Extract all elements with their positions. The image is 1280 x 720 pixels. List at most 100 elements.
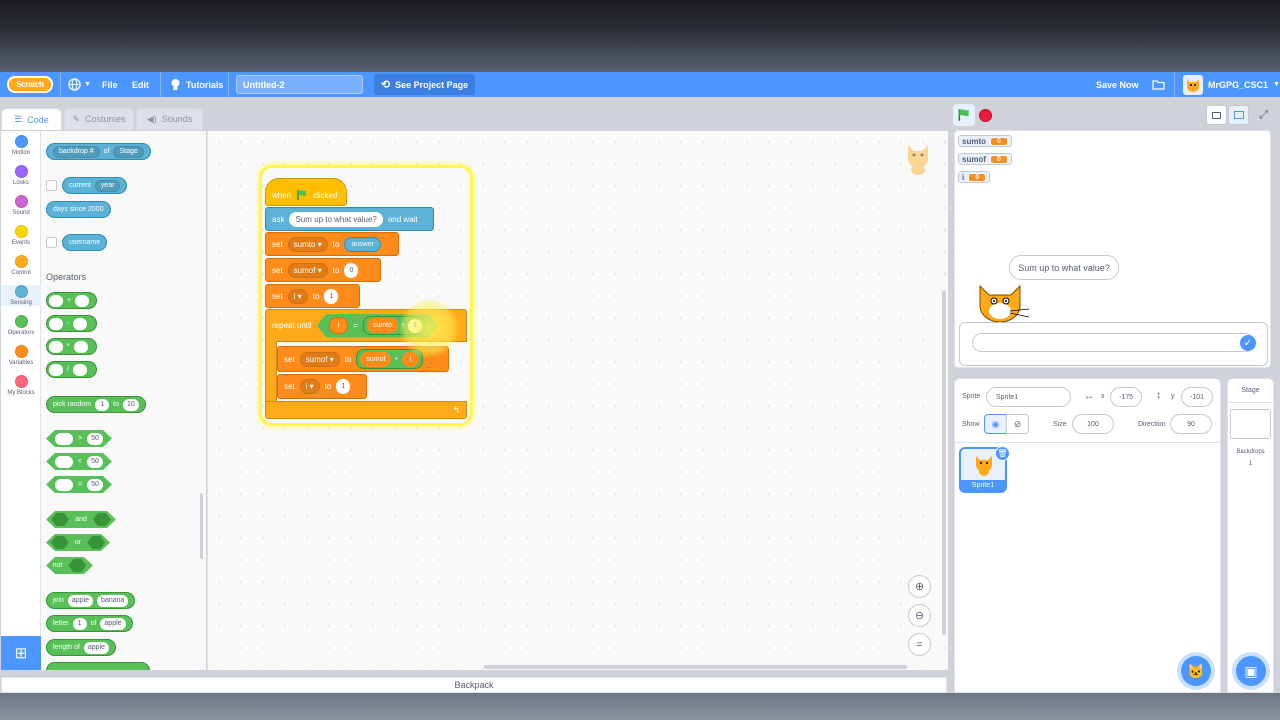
edit-menu[interactable]: Edit <box>132 72 149 97</box>
backdrop-of-block[interactable]: backdrop # of Stage <box>46 143 151 160</box>
see-project-page-button[interactable]: ⟲ See Project Page <box>374 74 475 95</box>
set-i-block[interactable]: set i ▾ to 1 <box>265 284 360 308</box>
small-stage-button[interactable] <box>1206 105 1227 125</box>
pick-random-block[interactable]: pick random 1 to 10 <box>46 396 146 413</box>
current-dropdown[interactable]: year <box>94 179 121 192</box>
stage-selector-pane[interactable]: Stage Backdrops 1 <box>1227 378 1274 693</box>
username-block[interactable]: username <box>62 234 108 251</box>
or-block[interactable]: or <box>46 534 110 551</box>
normal-stage-button[interactable] <box>1228 105 1249 125</box>
scratch-logo[interactable]: Scratch <box>7 76 53 93</box>
text-input[interactable]: apple <box>67 594 94 607</box>
value-input[interactable]: 0 <box>344 262 359 278</box>
min-input[interactable]: 1 <box>95 398 110 411</box>
category-sound[interactable]: Sound <box>1 195 41 216</box>
choose-backdrop-button[interactable]: ▣ <box>1236 656 1266 686</box>
letter-of-block[interactable]: letter 1 of apple <box>46 615 133 632</box>
direction-input[interactable]: 90 <box>1170 414 1212 434</box>
account-menu[interactable]: MrGPG_CSC1 ▼ <box>1183 72 1280 97</box>
category-my-blocks[interactable]: My Blocks <box>1 375 41 396</box>
category-sensing[interactable]: Sensing <box>1 285 41 306</box>
size-input[interactable]: 100 <box>1072 414 1114 434</box>
category-looks[interactable]: Looks <box>1 165 41 186</box>
set-sumof-block[interactable]: set sumof ▾ to 0 <box>265 258 381 282</box>
variable-reporter-sumto[interactable]: sumto <box>367 318 398 333</box>
days-since-2000-block[interactable]: days since 2000 <box>46 201 111 218</box>
add-extension-button[interactable]: ⊞ <box>1 636 41 670</box>
variable-dropdown[interactable]: sumto ▾ <box>287 236 328 252</box>
tab-sounds[interactable]: ◀) Sounds <box>136 108 203 130</box>
file-menu[interactable]: File <box>102 72 118 97</box>
length-of-block[interactable]: length of apple <box>46 639 116 656</box>
x-position-input[interactable]: -175 <box>1110 387 1142 407</box>
ask-and-wait-block[interactable]: ask Sum up to what value? and wait <box>265 207 434 231</box>
partial-block[interactable] <box>46 662 150 670</box>
y-position-input[interactable]: -101 <box>1181 387 1213 407</box>
answer-reporter[interactable]: answer <box>344 236 381 252</box>
subtract-block[interactable]: - <box>46 315 97 332</box>
text-input[interactable]: banana <box>97 594 129 607</box>
submit-answer-button[interactable]: ✓ <box>1240 335 1256 351</box>
answer-input[interactable] <box>972 333 1255 352</box>
variable-reporter-i[interactable]: i <box>329 317 349 334</box>
value-input[interactable]: 1 <box>324 288 339 304</box>
show-hidden-button[interactable]: ⊘ <box>1006 414 1029 434</box>
value-input[interactable]: 50 <box>87 433 103 445</box>
code-vertical-scrollbar[interactable] <box>942 290 946 635</box>
project-title-input[interactable]: Untitled-2 <box>236 75 363 94</box>
category-operators[interactable]: Operators <box>1 315 41 336</box>
current-block[interactable]: current year <box>62 177 128 194</box>
divide-block[interactable]: / <box>46 361 97 378</box>
stop-button[interactable] <box>979 109 992 122</box>
variable-reporter-sumof[interactable]: sumof <box>360 351 392 367</box>
set-i-inner-block[interactable]: set i ▾ to 1 <box>277 374 367 399</box>
value-input[interactable]: 1 <box>336 379 351 394</box>
category-variables[interactable]: Variables <box>1 345 41 366</box>
stage-thumbnail[interactable] <box>1230 409 1271 439</box>
variable-dropdown[interactable]: i ▾ <box>299 379 320 394</box>
tab-costumes[interactable]: ✎ Costumes <box>64 108 134 130</box>
backpack-bar[interactable]: Backpack <box>1 677 947 693</box>
show-visible-button[interactable]: ◉ <box>984 414 1007 434</box>
tutorials-button[interactable]: Tutorials <box>170 72 223 97</box>
number-input[interactable]: 1 <box>72 617 87 630</box>
save-now-button[interactable]: Save Now <box>1096 72 1139 97</box>
add-block[interactable]: + <box>46 292 97 309</box>
category-motion[interactable]: Motion <box>1 135 41 156</box>
value-input[interactable]: 50 <box>87 479 103 491</box>
category-control[interactable]: Control <box>1 255 41 276</box>
palette-scrollbar[interactable] <box>200 493 203 559</box>
language-button[interactable]: ▼ <box>68 72 91 97</box>
monitor-checkbox[interactable] <box>46 237 57 248</box>
multiply-block[interactable]: * <box>46 338 97 355</box>
code-horizontal-scrollbar[interactable] <box>484 665 907 669</box>
zoom-in-button[interactable]: ⊕ <box>908 575 931 598</box>
text-input[interactable]: apple <box>100 617 126 630</box>
greater-than-block[interactable]: >50 <box>46 430 112 447</box>
variable-dropdown[interactable]: i ▾ <box>287 288 308 304</box>
set-sumto-block[interactable]: set sumto ▾ to answer <box>265 232 399 256</box>
delete-sprite-button[interactable]: 🗑 <box>995 446 1010 461</box>
variable-dropdown[interactable]: sumof ▾ <box>287 262 328 278</box>
zoom-out-button[interactable]: ⊖ <box>908 604 931 627</box>
green-flag-button[interactable] <box>953 104 975 126</box>
monitor-checkbox[interactable] <box>46 180 57 191</box>
value-input[interactable]: 50 <box>87 456 103 468</box>
equals-block[interactable]: = 50 <box>46 476 112 493</box>
sprite-name-input[interactable]: Sprite1 <box>986 387 1071 407</box>
and-block[interactable]: and <box>46 511 116 528</box>
zoom-reset-button[interactable]: = <box>908 633 931 656</box>
backdrop-dropdown[interactable]: backdrop # <box>53 145 100 158</box>
tab-code[interactable]: ☰ Code <box>1 108 62 130</box>
join-block[interactable]: join apple banana <box>46 592 136 609</box>
less-than-block[interactable]: <50 <box>46 453 112 470</box>
question-input[interactable]: Sum up to what value? <box>289 211 383 227</box>
stage-dropdown[interactable]: Stage <box>113 145 144 158</box>
stage-canvas[interactable]: sumto 0 sumof 0 i0 Sum up to what value? ✓ <box>954 130 1271 368</box>
choose-sprite-button[interactable]: 🐱 <box>1181 656 1211 686</box>
variable-dropdown[interactable]: sumof ▾ <box>299 351 340 367</box>
fullscreen-button[interactable]: ⤢ <box>1253 105 1274 125</box>
text-input[interactable]: apple <box>83 641 109 654</box>
max-input[interactable]: 10 <box>122 398 139 411</box>
not-block[interactable]: not <box>46 557 93 574</box>
